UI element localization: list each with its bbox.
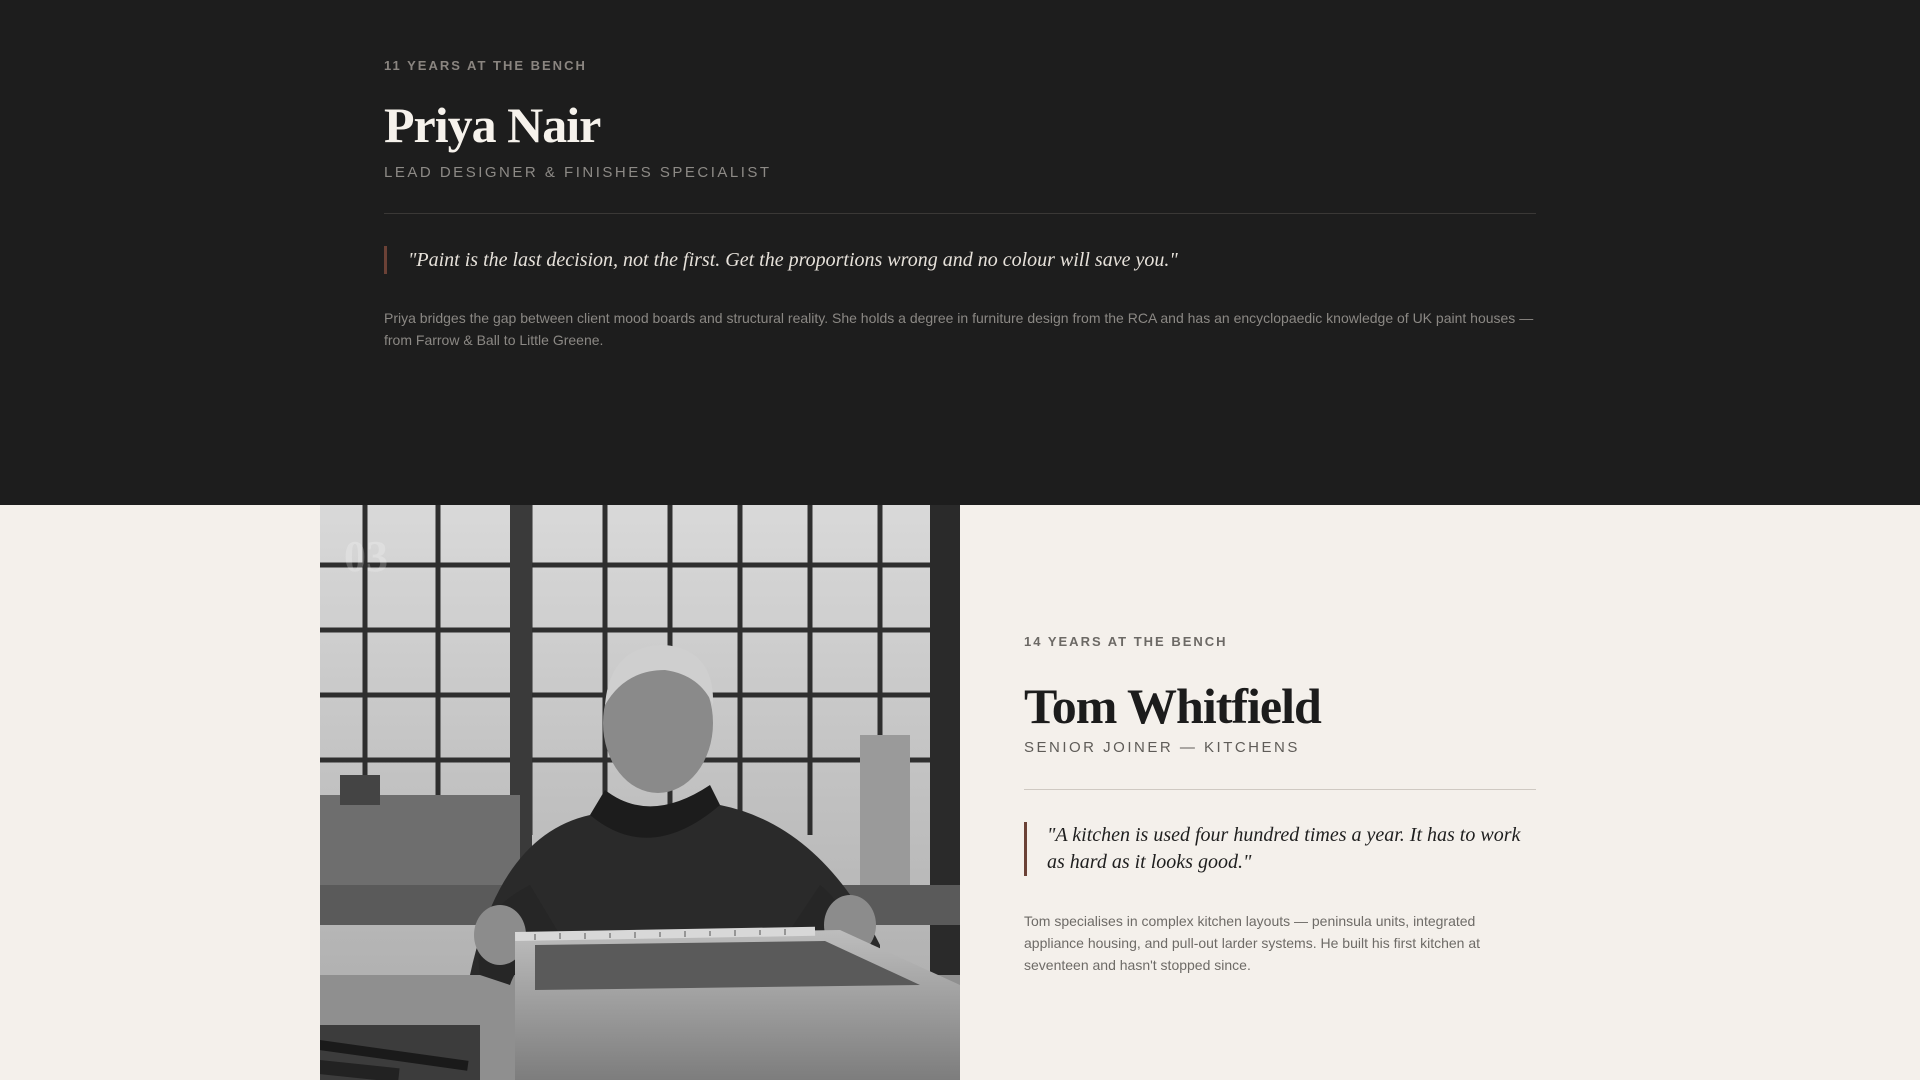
tom-role: SENIOR JOINER — KITCHENS (1024, 739, 1300, 756)
priya-years-label: 11 YEARS AT THE BENCH (384, 58, 587, 73)
workshop-photo-illustration (320, 505, 960, 1080)
tom-quote: "A kitchen is used four hundred times a … (1024, 822, 1527, 876)
priya-quote: "Paint is the last decision, not the fir… (384, 246, 1178, 274)
tom-bio: Tom specialises in complex kitchen layou… (1024, 913, 1481, 973)
tom-photo-number: 03 (344, 532, 388, 581)
team-member-priya: 11 YEARS AT THE BENCH Priya Nair LEAD DE… (0, 0, 1920, 505)
priya-name: Priya Nair (384, 97, 601, 153)
tom-divider (1024, 789, 1536, 790)
priya-role: LEAD DESIGNER & FINISHES SPECIALIST (384, 164, 772, 181)
team-member-tom: 03 14 YEARS AT THE BENCH Tom Whitfield S… (0, 505, 1920, 1080)
tom-photo: 03 (320, 505, 960, 1080)
tom-years-label: 14 YEARS AT THE BENCH (1024, 634, 1228, 649)
tom-name: Tom Whitfield (1024, 678, 1322, 734)
priya-bio: Priya bridges the gap between client moo… (384, 310, 1534, 348)
priya-divider (384, 213, 1536, 214)
